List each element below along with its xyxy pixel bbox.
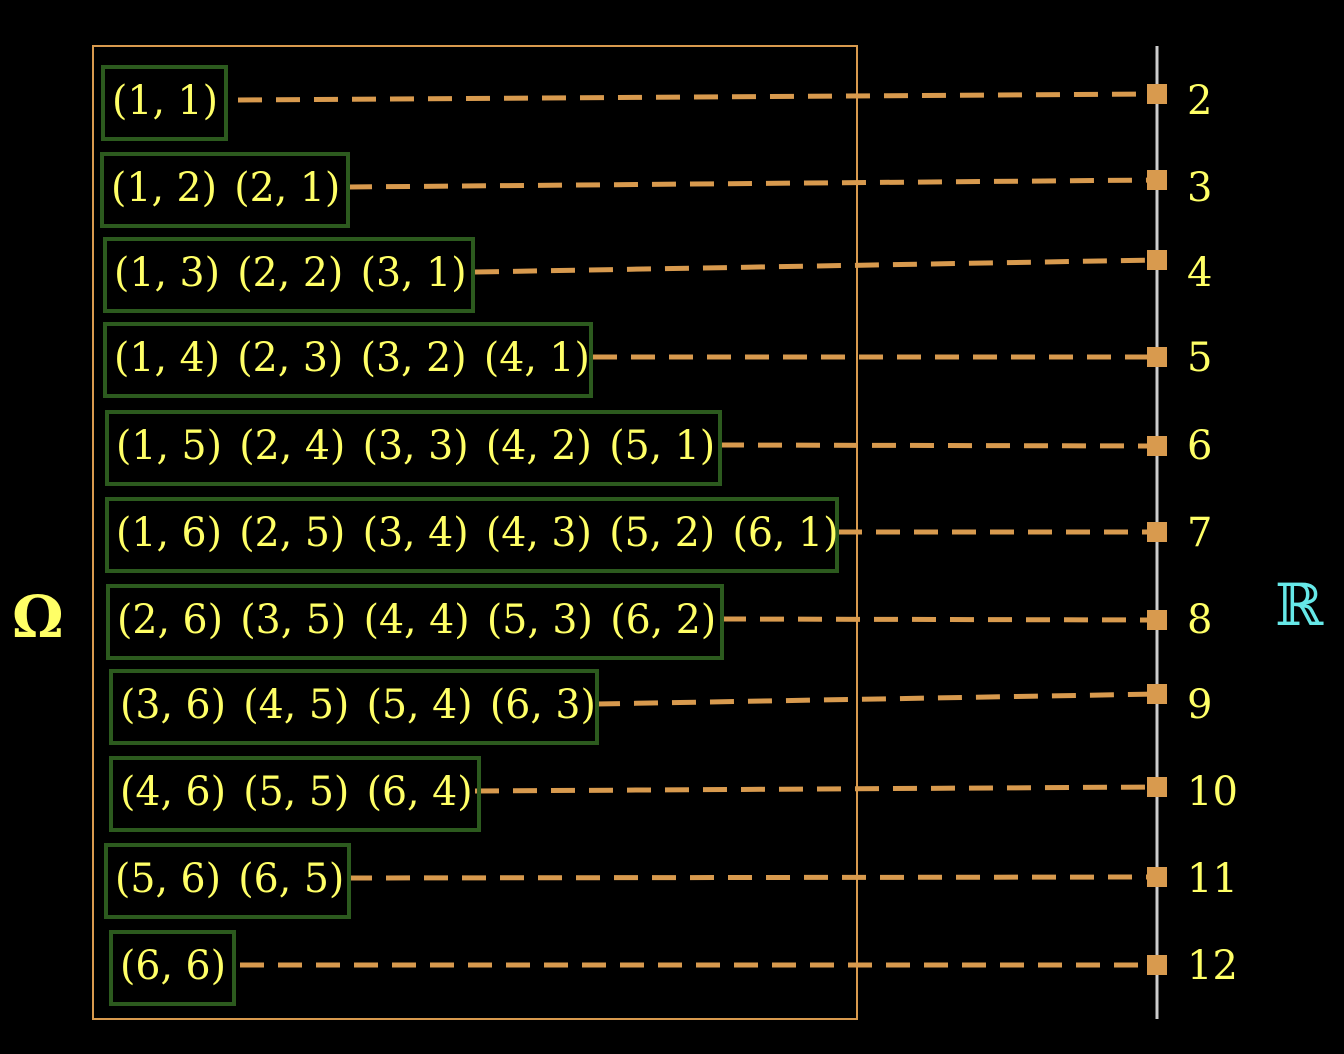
outcome-pair: (1, 5) <box>116 423 222 469</box>
value-marker <box>1147 684 1167 704</box>
outcome-groups: (1, 1) 2(1, 2) (2, 1) 3(1, 3) (2, 2) (3, 1) 4(… <box>100 65 1238 1006</box>
outcome-pair: (6, 4) <box>367 769 473 815</box>
random-variable-diagram: Ω ℝ (1, 1) 2 (1, 2) (2, 1) 3 (1, 3) (2, 2) (3, … <box>0 0 1344 1054</box>
sum-value-label: 9 <box>1187 682 1212 728</box>
outcome-pair: (6, 1) <box>733 510 839 556</box>
outcome-pair: (2, 2) <box>237 250 343 296</box>
outcome-group-sum-4: (1, 3) (2, 2) (3, 1) 4 <box>103 237 1212 313</box>
outcome-pair: (3, 2) <box>361 335 467 381</box>
outcome-pair: (5, 2) <box>609 510 715 556</box>
outcome-pair: (4, 3) <box>486 510 592 556</box>
outcome-pair: (2, 1) <box>234 165 340 211</box>
outcome-pair: (2, 6) <box>117 597 223 643</box>
outcome-pair: (6, 5) <box>238 856 344 902</box>
mapping-line <box>474 257 1158 275</box>
outcome-pair: (4, 4) <box>364 597 470 643</box>
outcome-pair: (6, 6) <box>120 943 226 989</box>
sum-value-label: 10 <box>1187 769 1238 815</box>
sum-value-label: 12 <box>1187 943 1238 989</box>
outcome-pair: (2, 4) <box>239 423 345 469</box>
outcome-pair: (5, 6) <box>115 856 221 902</box>
sum-value-label: 3 <box>1187 165 1212 211</box>
outcome-pair: (4, 6) <box>120 769 226 815</box>
outcome-group-sum-11: (5, 6) (6, 5) 11 <box>104 843 1238 919</box>
outcome-pair: (1, 1) <box>112 78 218 124</box>
outcome-group-sum-9: (3, 6) (4, 5) (5, 4) (6, 3) 9 <box>109 669 1212 745</box>
outcome-pair: (1, 2) <box>111 165 217 211</box>
value-marker <box>1147 610 1167 630</box>
mapping-line <box>595 691 1158 707</box>
outcome-pair: (6, 3) <box>490 682 596 728</box>
sum-value-label: 11 <box>1187 856 1238 902</box>
outcome-pair: (5, 4) <box>367 682 473 728</box>
outcome-pair: (1, 4) <box>114 335 220 381</box>
mapping-line <box>721 616 1158 623</box>
value-marker <box>1147 170 1167 190</box>
outcome-group-sum-5: (1, 4) (2, 3) (3, 2) (4, 1) 5 <box>103 322 1212 398</box>
outcome-group-sum-3: (1, 2) (2, 1) 3 <box>100 152 1212 228</box>
outcome-group-sum-7: (1, 6) (2, 5) (3, 4) (4, 3) (5, 2) (6, 1) 7 <box>105 497 1212 573</box>
outcome-pair: (3, 6) <box>120 682 226 728</box>
mapping-line <box>237 91 1158 103</box>
value-marker <box>1147 955 1167 975</box>
sum-value-label: 4 <box>1187 250 1212 296</box>
mapping-line <box>347 874 1158 881</box>
outcome-pair: (2, 3) <box>237 335 343 381</box>
outcome-pair: (3, 5) <box>240 597 346 643</box>
outcome-pair: (6, 2) <box>610 597 716 643</box>
outcome-group-sum-12: (6, 6) 12 <box>109 930 1238 1006</box>
value-marker <box>1147 84 1167 104</box>
value-marker <box>1147 436 1167 456</box>
outcome-pair: (4, 2) <box>486 423 592 469</box>
value-marker <box>1147 250 1167 270</box>
outcome-group-sum-2: (1, 1) 2 <box>101 65 1212 141</box>
outcome-pair: (5, 3) <box>487 597 593 643</box>
outcome-pair: (5, 5) <box>243 769 349 815</box>
value-marker <box>1147 867 1167 887</box>
mapping-line <box>474 784 1158 794</box>
sum-value-label: 2 <box>1187 78 1212 124</box>
outcome-pair: (2, 5) <box>239 510 345 556</box>
outcome-pair: (3, 4) <box>363 510 469 556</box>
outcome-pair: (4, 5) <box>243 682 349 728</box>
outcome-group-sum-6: (1, 5) (2, 4) (3, 3) (4, 2) (5, 1) 6 <box>105 410 1212 486</box>
diagram-canvas: Ω ℝ (1, 1) 2 (1, 2) (2, 1) 3 (1, 3) (2, 2) (3, … <box>12 45 1324 1020</box>
outcome-group-sum-10: (4, 6) (5, 5) (6, 4) 10 <box>109 756 1238 832</box>
mapping-line <box>347 177 1158 190</box>
sum-value-label: 8 <box>1187 597 1212 643</box>
outcome-group-sum-8: (2, 6) (3, 5) (4, 4) (5, 3) (6, 2) 8 <box>106 584 1212 660</box>
mapping-line <box>719 442 1158 449</box>
sum-value-label: 7 <box>1187 510 1212 556</box>
sum-value-label: 6 <box>1187 423 1212 469</box>
outcome-pair: (4, 1) <box>484 335 590 381</box>
value-marker <box>1147 777 1167 797</box>
codomain-label: ℝ <box>1275 571 1324 639</box>
outcome-pair: (3, 1) <box>361 250 467 296</box>
value-marker <box>1147 347 1167 367</box>
outcome-pair: (1, 3) <box>114 250 220 296</box>
outcome-pair: (3, 3) <box>363 423 469 469</box>
outcome-pair: (1, 6) <box>116 510 222 556</box>
sample-space-label: Ω <box>12 583 64 651</box>
value-marker <box>1147 522 1167 542</box>
sum-value-label: 5 <box>1187 335 1212 381</box>
outcome-pair: (5, 1) <box>609 423 715 469</box>
